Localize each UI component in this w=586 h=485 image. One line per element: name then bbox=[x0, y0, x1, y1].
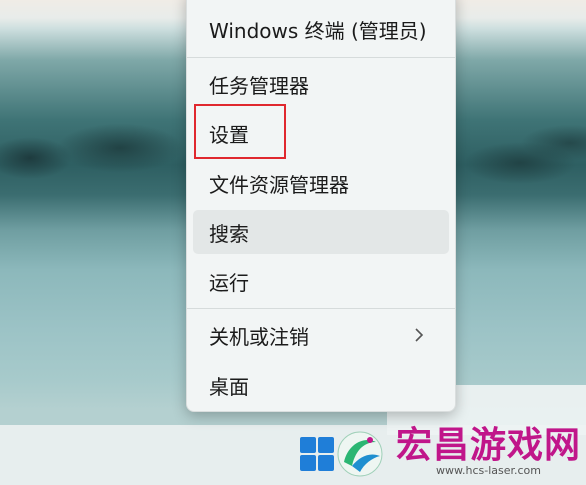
windows-logo-icon[interactable] bbox=[300, 437, 334, 471]
menu-item-label: 桌面 bbox=[209, 374, 249, 399]
menu-divider bbox=[187, 57, 455, 58]
menu-item-desktop[interactable]: 桌面 bbox=[193, 363, 449, 407]
menu-item-file-explorer[interactable]: 文件资源管理器 bbox=[193, 161, 449, 205]
menu-item-label: 文件资源管理器 bbox=[209, 172, 349, 197]
menu-divider bbox=[187, 308, 455, 309]
menu-item-terminal-admin[interactable]: Windows 终端 (管理员) bbox=[193, 7, 449, 51]
menu-item-label: 任务管理器 bbox=[209, 73, 309, 98]
menu-item-task-manager[interactable]: 任务管理器 bbox=[193, 62, 449, 106]
menu-item-label: 搜索 bbox=[209, 221, 249, 246]
settings-highlight-box bbox=[194, 104, 286, 159]
watermark-logo-icon bbox=[337, 431, 383, 476]
menu-item-shutdown[interactable]: 关机或注销 bbox=[193, 313, 449, 357]
menu-item-label: Windows 终端 (管理员) bbox=[209, 18, 427, 43]
watermark-title: 宏昌游戏网 bbox=[396, 425, 582, 466]
menu-item-label: 关机或注销 bbox=[209, 324, 309, 349]
menu-item-search[interactable]: 搜索 bbox=[193, 210, 449, 254]
site-watermark: 宏昌游戏网 www.hcs-laser.com bbox=[330, 418, 586, 485]
chevron-right-icon bbox=[415, 328, 424, 342]
watermark-url: www.hcs-laser.com bbox=[436, 464, 541, 477]
winx-context-menu: Windows 终端 (管理员) 任务管理器 设置 文件资源管理器 搜索 运行 … bbox=[186, 0, 456, 412]
menu-item-label: 运行 bbox=[209, 270, 249, 295]
menu-item-run[interactable]: 运行 bbox=[193, 259, 449, 303]
